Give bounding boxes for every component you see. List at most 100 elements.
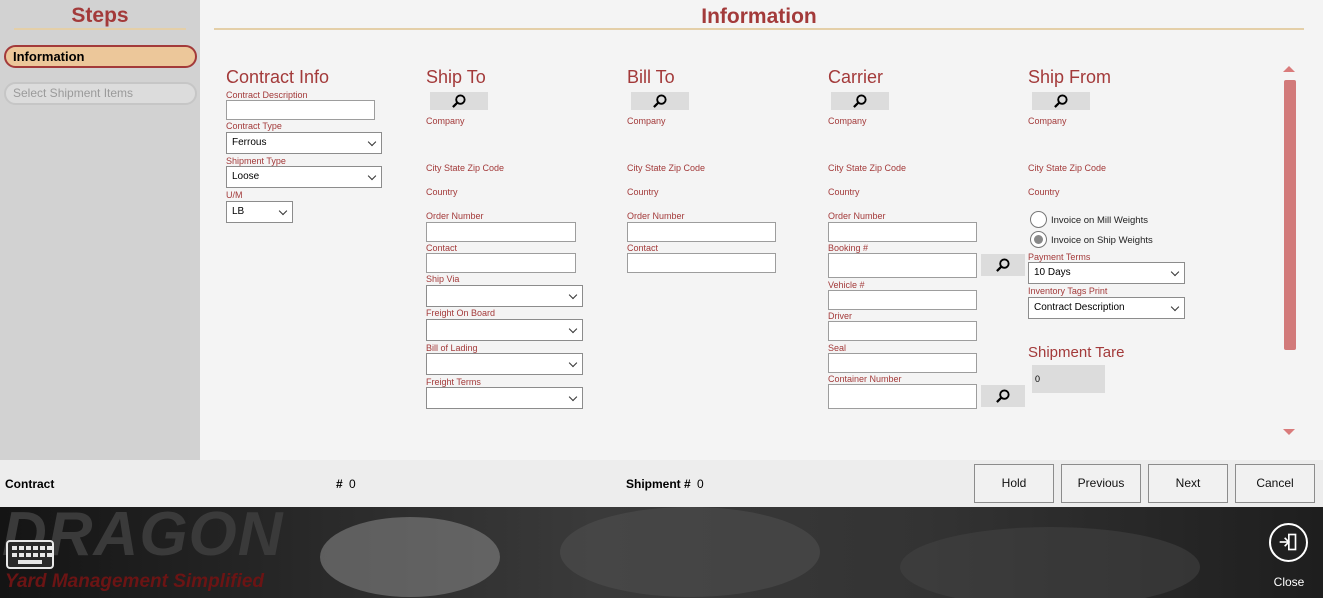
um-label: U/M <box>226 190 243 200</box>
driver-input[interactable] <box>828 321 977 341</box>
inventory-tags-label: Inventory Tags Print <box>1028 286 1108 296</box>
seal-input[interactable] <box>828 353 977 373</box>
bol-select[interactable] <box>426 353 583 375</box>
hold-button[interactable]: Hold <box>974 464 1054 503</box>
scroll-down-arrow[interactable] <box>1283 429 1295 435</box>
footer-banner: DRAGON Yard Management Simplified Close <box>0 507 1323 598</box>
invoice-ship-label: Invoice on Ship Weights <box>1051 235 1153 246</box>
contract-description-input[interactable] <box>226 100 375 120</box>
cancel-button[interactable]: Cancel <box>1235 464 1315 503</box>
scroll-up-arrow[interactable] <box>1283 66 1295 72</box>
exit-icon <box>1279 533 1297 551</box>
bill-to-company-label: Company <box>627 116 666 126</box>
title-divider <box>214 28 1304 30</box>
bill-to-order-input[interactable] <box>627 222 776 242</box>
ship-to-contact-label: Contact <box>426 243 458 253</box>
freight-terms-select[interactable] <box>426 387 583 409</box>
vehicle-input[interactable] <box>828 290 977 310</box>
ship-from-city-label: City State Zip Code <box>1028 163 1107 173</box>
information-panel: Information Contract Info Contract Descr… <box>200 0 1323 460</box>
steps-divider <box>14 28 186 30</box>
app-window: Steps Information Select Shipment Items … <box>0 0 1323 598</box>
invoice-ship-radio[interactable] <box>1030 231 1047 248</box>
shipment-type-select[interactable]: Loose <box>226 166 382 188</box>
next-button[interactable]: Next <box>1148 464 1228 503</box>
booking-input[interactable] <box>828 253 977 278</box>
payment-terms-label: Payment Terms <box>1028 252 1091 262</box>
search-icon <box>996 258 1010 272</box>
search-icon <box>853 94 867 108</box>
driver-label: Driver <box>828 311 852 321</box>
container-input[interactable] <box>828 384 977 409</box>
ship-to-title: Ship To <box>426 67 486 87</box>
ship-to-country-label: Country <box>426 187 458 197</box>
payment-terms-select[interactable]: 10 Days <box>1028 262 1185 284</box>
container-label: Container Number <box>828 374 902 384</box>
invoice-mill-label: Invoice on Mill Weights <box>1051 215 1148 226</box>
carrier-title: Carrier <box>828 67 884 87</box>
inventory-tags-select[interactable]: Contract Description <box>1028 297 1185 319</box>
contract-info-title: Contract Info <box>226 67 330 87</box>
contract-description-label: Contract Description <box>226 90 308 100</box>
bill-to-contact-label: Contact <box>627 243 659 253</box>
keyboard-icon[interactable] <box>6 540 54 569</box>
bill-to-title: Bill To <box>627 67 675 87</box>
footer-background <box>560 507 820 597</box>
scrollbar-thumb[interactable] <box>1284 80 1296 350</box>
booking-label: Booking # <box>828 243 869 253</box>
carrier-search-button[interactable] <box>831 92 889 110</box>
ship-to-city-label: City State Zip Code <box>426 163 505 173</box>
contract-hash: # <box>336 477 343 491</box>
invoice-mill-radio[interactable] <box>1030 211 1047 228</box>
close-button[interactable] <box>1269 523 1308 562</box>
shipment-tare-title: Shipment Tare <box>1028 344 1125 361</box>
ship-to-search-button[interactable] <box>430 92 488 110</box>
carrier-company-label: Company <box>828 116 867 126</box>
steps-sidebar: Steps Information Select Shipment Items <box>0 0 200 460</box>
ship-from-company-label: Company <box>1028 116 1067 126</box>
close-label: Close <box>1273 575 1305 589</box>
ship-via-select[interactable] <box>426 285 583 307</box>
vehicle-label: Vehicle # <box>828 280 865 290</box>
search-icon <box>452 94 466 108</box>
logo-tagline: Yard Management Simplified <box>5 571 265 592</box>
booking-search-button[interactable] <box>981 254 1025 276</box>
search-icon <box>653 94 667 108</box>
search-icon <box>1054 94 1068 108</box>
search-icon <box>996 389 1010 403</box>
ship-to-company-label: Company <box>426 116 465 126</box>
ship-to-contact-input[interactable] <box>426 253 576 273</box>
container-search-button[interactable] <box>981 385 1025 407</box>
carrier-city-label: City State Zip Code <box>828 163 907 173</box>
shipment-tare-input[interactable]: 0 <box>1032 365 1105 393</box>
carrier-order-label: Order Number <box>828 211 886 221</box>
contract-type-label: Contract Type <box>226 121 282 131</box>
freight-terms-label: Freight Terms <box>426 377 481 387</box>
bill-to-search-button[interactable] <box>631 92 689 110</box>
previous-button[interactable]: Previous <box>1061 464 1141 503</box>
contract-number: 0 <box>349 477 356 491</box>
fob-label: Freight On Board <box>426 308 496 318</box>
carrier-order-input[interactable] <box>828 222 977 242</box>
ship-via-label: Ship Via <box>426 274 460 284</box>
seal-label: Seal <box>828 343 847 353</box>
bill-to-order-label: Order Number <box>627 211 685 221</box>
ship-to-order-input[interactable] <box>426 222 576 242</box>
fob-select[interactable] <box>426 319 583 341</box>
step-select-shipment-items[interactable]: Select Shipment Items <box>4 82 197 105</box>
shipment-label: Shipment # <box>626 477 691 491</box>
ship-from-title: Ship From <box>1028 67 1112 87</box>
page-title: Information <box>701 5 817 28</box>
contract-type-select[interactable]: Ferrous <box>226 132 382 154</box>
shipment-number: 0 <box>697 477 704 491</box>
um-select[interactable]: LB <box>226 201 293 223</box>
bill-to-contact-input[interactable] <box>627 253 776 273</box>
contract-label: Contract <box>5 477 55 491</box>
footer-background <box>900 527 1200 598</box>
step-information[interactable]: Information <box>4 45 197 68</box>
ship-from-country-label: Country <box>1028 187 1060 197</box>
bill-to-city-label: City State Zip Code <box>627 163 706 173</box>
shipment-type-label: Shipment Type <box>226 156 286 166</box>
ship-from-search-button[interactable] <box>1032 92 1090 110</box>
bill-to-country-label: Country <box>627 187 659 197</box>
